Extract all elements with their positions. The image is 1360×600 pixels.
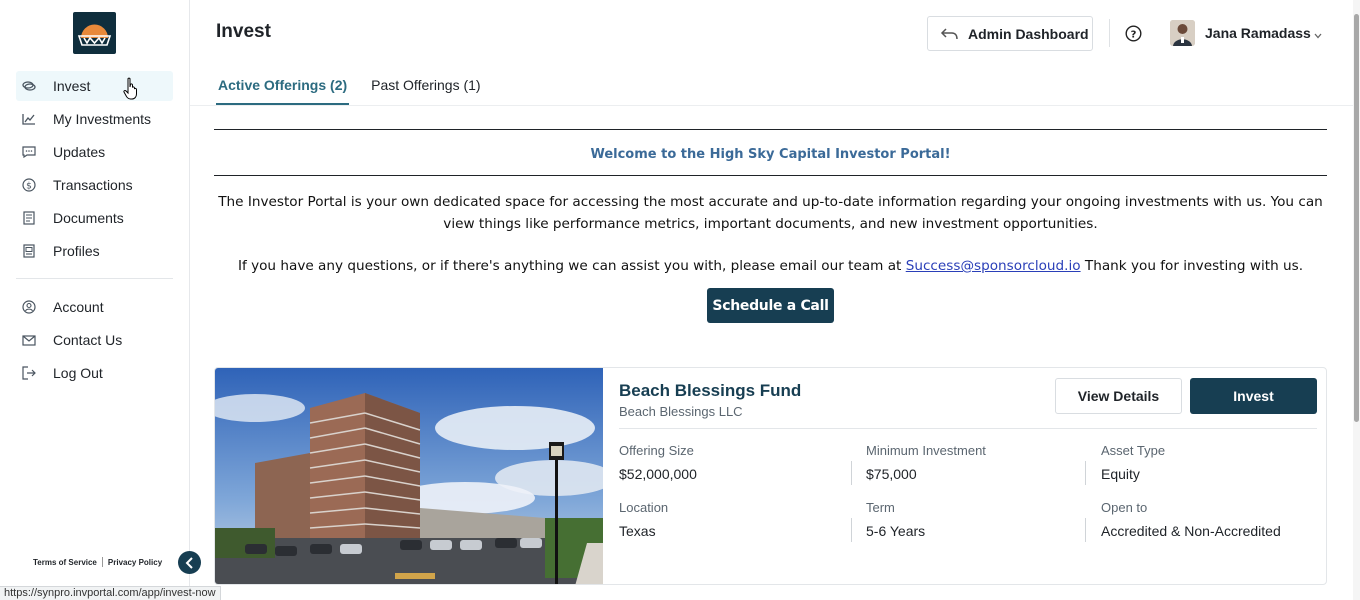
sidebar-item-label: Invest <box>53 78 91 94</box>
field-label: Offering Size <box>619 443 694 458</box>
welcome-bottom-rule <box>214 175 1327 176</box>
offering-card[interactable]: Beach Blessings Fund Beach Blessings LLC… <box>214 367 1327 585</box>
terms-link[interactable]: Terms of Service <box>33 558 97 567</box>
tab-past-offerings[interactable]: Past Offerings (1) <box>369 72 482 106</box>
app-root: Invest My Investments Updates $ Transact… <box>0 0 1360 600</box>
welcome-contact: If you have any questions, or if there's… <box>214 256 1327 276</box>
chart-line-icon <box>21 111 37 127</box>
field-open-to: Open to Accredited & Non-Accredited <box>1101 500 1281 539</box>
field-value: Equity <box>1101 466 1140 482</box>
sidebar-item-profiles[interactable]: Profiles <box>16 236 173 266</box>
user-name[interactable]: Jana Ramadass <box>1205 25 1311 41</box>
hand-cursor-icon <box>123 77 139 101</box>
support-email-link[interactable]: Success@sponsorcloud.io <box>906 258 1081 274</box>
welcome-top-rule <box>214 129 1327 130</box>
tab-active-offerings[interactable]: Active Offerings (2) <box>216 72 350 106</box>
field-divider <box>851 461 852 485</box>
field-label: Asset Type <box>1101 443 1166 458</box>
admin-dashboard-label: Admin Dashboard <box>968 25 1089 42</box>
sidebar-item-label: Account <box>53 299 104 315</box>
return-arrow-icon <box>940 27 958 41</box>
sidebar-item-label: Updates <box>53 144 106 160</box>
field-asset-type: Asset Type Equity <box>1101 443 1165 482</box>
offering-name[interactable]: Beach Blessings Fund <box>619 381 801 401</box>
chevron-left-icon <box>185 556 193 569</box>
tabs-underline <box>190 105 1354 106</box>
field-label: Minimum Investment <box>866 443 986 458</box>
field-value: $52,000,000 <box>619 466 697 482</box>
view-details-button[interactable]: View Details <box>1055 378 1182 414</box>
field-label: Open to <box>1101 500 1148 515</box>
scrollbar-thumb[interactable] <box>1354 14 1359 422</box>
field-divider <box>1085 461 1086 485</box>
contact-suffix: Thank you for investing with us. <box>1080 258 1304 274</box>
coins-icon <box>21 78 37 94</box>
welcome-body: The Investor Portal is your own dedicate… <box>218 194 1323 232</box>
message-icon <box>21 144 37 160</box>
field-label: Term <box>866 500 895 515</box>
sidebar: Invest My Investments Updates $ Transact… <box>0 0 201 600</box>
sidebar-item-contact-us[interactable]: Contact Us <box>16 325 173 355</box>
schedule-call-button[interactable]: Schedule a Call <box>707 288 834 323</box>
sidebar-item-label: Transactions <box>53 177 133 193</box>
status-bar-url: https://synpro.invportal.com/app/invest-… <box>0 586 221 600</box>
admin-dashboard-button[interactable]: Admin Dashboard <box>927 16 1093 51</box>
sidebar-nav: Invest My Investments Updates $ Transact… <box>16 71 173 391</box>
company-logo[interactable] <box>73 12 116 54</box>
collapse-sidebar-button[interactable] <box>178 551 201 574</box>
contact-prefix: If you have any questions, or if there's… <box>237 258 906 274</box>
sidebar-item-my-investments[interactable]: My Investments <box>16 104 173 134</box>
svg-text:$: $ <box>26 182 32 192</box>
privacy-link[interactable]: Privacy Policy <box>108 558 162 567</box>
sidebar-footer: Terms of Service Privacy Policy <box>33 557 162 567</box>
field-location: Location Texas <box>619 500 668 539</box>
mail-icon <box>21 332 37 348</box>
avatar[interactable] <box>1170 20 1195 46</box>
help-icon[interactable]: ? <box>1125 25 1142 42</box>
sidebar-item-label: Documents <box>53 210 124 226</box>
field-value: 5-6 Years <box>866 523 926 539</box>
field-offering-size: Offering Size $52,000,000 <box>619 443 697 482</box>
header-divider <box>1109 19 1110 47</box>
field-value: $75,000 <box>866 466 917 482</box>
document-icon <box>21 210 37 226</box>
sidebar-item-label: Log Out <box>53 365 103 381</box>
invest-button[interactable]: Invest <box>1190 378 1317 414</box>
sidebar-item-updates[interactable]: Updates <box>16 137 173 167</box>
footer-divider <box>101 557 103 567</box>
sidebar-item-log-out[interactable]: Log Out <box>16 358 173 388</box>
sidebar-item-label: Profiles <box>53 243 100 259</box>
sidebar-item-label: My Investments <box>53 111 152 127</box>
dollar-circle-icon: $ <box>21 177 37 193</box>
sidebar-divider <box>16 278 173 279</box>
field-divider <box>851 518 852 542</box>
offerings-tabs: Active Offerings (2) Past Offerings (1) <box>216 72 503 106</box>
offering-image[interactable] <box>215 368 615 584</box>
field-label: Location <box>619 500 669 515</box>
logout-icon <box>21 365 37 381</box>
field-value: Accredited & Non-Accredited <box>1101 523 1281 539</box>
sidebar-item-documents[interactable]: Documents <box>16 203 173 233</box>
chevron-down-icon[interactable] <box>1313 28 1323 39</box>
sidebar-item-account[interactable]: Account <box>16 292 173 322</box>
offering-sponsor: Beach Blessings LLC <box>619 404 743 419</box>
card-divider <box>619 428 1317 429</box>
field-value: Texas <box>619 523 656 539</box>
field-term: Term 5-6 Years <box>866 500 925 539</box>
field-minimum-investment: Minimum Investment $75,000 <box>866 443 986 482</box>
user-circle-icon <box>21 299 37 315</box>
welcome-title: Welcome to the High Sky Capital Investor… <box>590 147 951 162</box>
sidebar-item-transactions[interactable]: $ Transactions <box>16 170 173 200</box>
sidebar-item-label: Contact Us <box>53 332 123 348</box>
profile-card-icon <box>21 243 37 259</box>
svg-text:?: ? <box>1131 29 1137 40</box>
field-divider <box>1085 518 1086 542</box>
page-title: Invest <box>216 21 271 42</box>
sidebar-item-invest[interactable]: Invest <box>16 71 173 101</box>
